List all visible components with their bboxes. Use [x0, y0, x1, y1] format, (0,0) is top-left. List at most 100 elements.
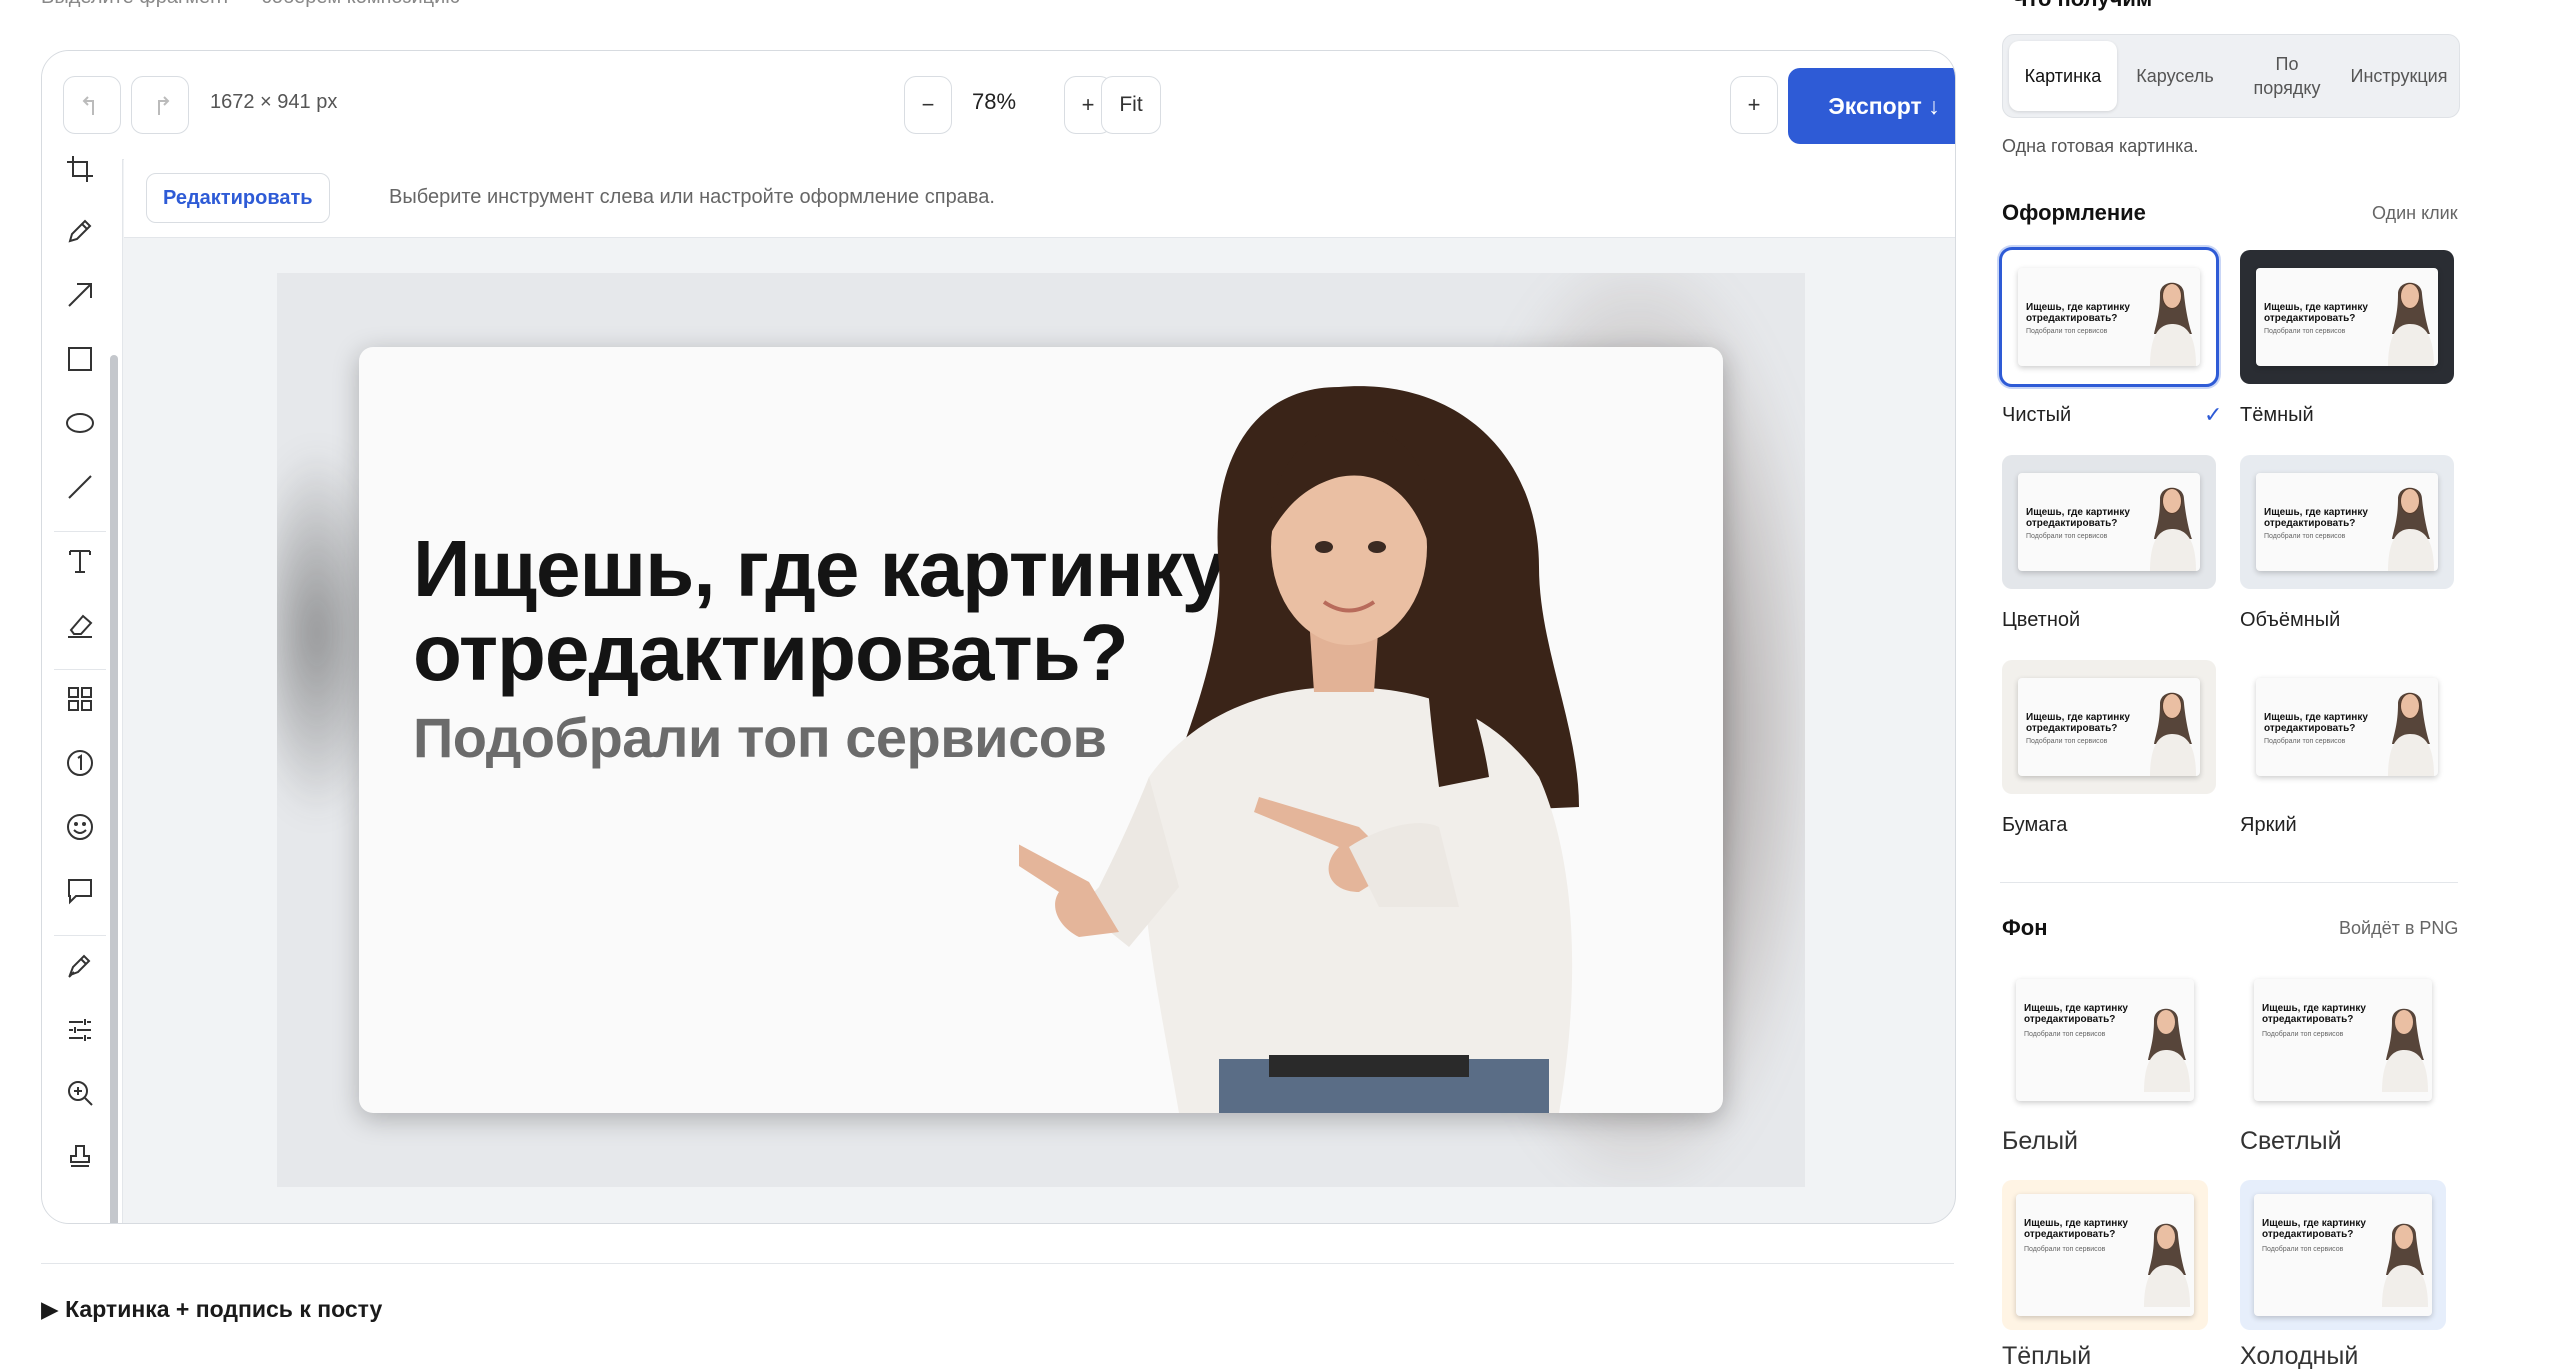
thumb-card: Ищешь, где картинку отредактировать? Подо… — [2018, 473, 2200, 571]
line-tool[interactable] — [60, 467, 100, 507]
redo-icon — [158, 96, 170, 115]
woman-thumb — [2388, 487, 2434, 571]
zoom-out-button[interactable]: − — [904, 76, 952, 134]
text-icon — [69, 550, 91, 573]
thumb-subtitle: Подобрали топ сервисов — [2024, 1246, 2106, 1253]
rectangle-icon — [68, 347, 92, 371]
pen-tool[interactable] — [60, 945, 100, 985]
zoom-tool[interactable] — [60, 1073, 100, 1113]
comment-tool[interactable] — [60, 871, 100, 911]
woman-photo — [1019, 386, 1579, 1113]
tab-instruction[interactable]: Инструкция — [2345, 41, 2453, 111]
background-thumb[interactable]: Ищешь, где картинку отредактировать? Подо… — [2002, 965, 2208, 1115]
style-thumb[interactable]: Ищешь, где картинку отредактировать? Подо… — [2240, 455, 2454, 589]
style-thumb[interactable]: Ищешь, где картинку отредактировать? Подо… — [2240, 250, 2454, 384]
grid-tool[interactable] — [60, 679, 100, 719]
adjust-tool[interactable] — [60, 1009, 100, 1049]
emoji-tool[interactable] — [60, 807, 100, 847]
panel-section-title-clipped: Что получим — [2012, 0, 2152, 12]
zoom-value: 78% — [972, 89, 1017, 114]
top-clipped-text: Выделите фрагмент — соберём композицию — [41, 0, 460, 9]
redo-button[interactable] — [131, 76, 189, 134]
arrow-tool[interactable] — [60, 275, 100, 315]
edit-row: Редактировать Выберите инструмент слева … — [124, 159, 1955, 238]
stamp-tool[interactable] — [60, 1137, 100, 1177]
caption-divider — [41, 1263, 1954, 1264]
editor-toolbar: 1672 × 941 px − 78% + Fit + Экспорт ↓ — [42, 51, 1955, 160]
fit-button[interactable]: Fit — [1101, 76, 1161, 134]
thumb-subtitle: Подобрали топ сервисов — [2264, 738, 2346, 745]
thumb-card: Ищешь, где картинку отредактировать? Подо… — [2254, 979, 2432, 1101]
tools-scrollbar[interactable] — [110, 355, 118, 1223]
style-label: Цветной — [2002, 609, 2081, 631]
woman-thumb — [2144, 1008, 2190, 1092]
text-tool[interactable] — [60, 541, 100, 581]
thumb-subtitle: Подобрали топ сервисов — [2264, 328, 2346, 335]
thumb-card: Ищешь, где картинку отредактировать? Подо… — [2018, 678, 2200, 776]
grid-icon — [68, 687, 92, 711]
tab-picture[interactable]: Картинка — [2009, 41, 2117, 111]
style-thumb[interactable]: Ищешь, где картинку отредактировать? Подо… — [1999, 247, 2219, 387]
thumb-subtitle: Подобрали топ сервисов — [2026, 328, 2108, 335]
thumb-subtitle: Подобрали топ сервисов — [2264, 533, 2346, 540]
woman-thumb — [2144, 1223, 2190, 1307]
tab-carousel[interactable]: Карусель — [2121, 41, 2229, 111]
style-thumb[interactable]: Ищешь, где картинку отредактировать? Подо… — [2240, 660, 2454, 794]
rectangle-tool[interactable] — [60, 339, 100, 379]
woman-thumb — [2150, 487, 2196, 571]
arrow-icon — [68, 283, 92, 307]
ellipse-tool[interactable] — [60, 403, 100, 443]
undo-icon — [82, 96, 94, 115]
background-label: Светлый — [2240, 1127, 2342, 1155]
undo-button[interactable] — [63, 76, 121, 134]
edit-button[interactable]: Редактировать — [146, 173, 330, 223]
pencil-icon — [68, 219, 92, 243]
style-section-hint: Один клик — [2372, 203, 2458, 223]
eraser-tool[interactable] — [60, 605, 100, 645]
style-label: Яркий — [2240, 814, 2297, 836]
thumb-subtitle: Подобрали топ сервисов — [2262, 1031, 2344, 1038]
background-thumb[interactable]: Ищешь, где картинку отредактировать? Подо… — [2240, 1180, 2446, 1330]
editor-card: 1672 × 941 px − 78% + Fit + Экспорт ↓ Ре — [41, 50, 1956, 1224]
tab-description: Одна готовая картинка. — [2002, 136, 2199, 156]
background-thumb[interactable]: Ищешь, где картинку отредактировать? Подо… — [2002, 1180, 2208, 1330]
number-icon — [67, 750, 93, 776]
thumb-subtitle: Подобрали топ сервисов — [2262, 1246, 2344, 1253]
background-section-hint: Войдёт в PNG — [2339, 918, 2459, 938]
image-card: Ищешь, где картинку отредактировать? Под… — [359, 347, 1723, 1113]
woman-thumb — [2382, 1008, 2428, 1092]
tab-in-order-label: По порядку — [2253, 54, 2321, 98]
tab-in-order[interactable]: По порядку — [2233, 41, 2341, 111]
tool-separator — [54, 669, 106, 670]
thumb-card: Ищешь, где картинку отредактировать? Подо… — [2256, 473, 2438, 571]
panel-divider — [2000, 882, 2458, 883]
style-thumb[interactable]: Ищешь, где картинку отредактировать? Подо… — [2002, 660, 2216, 794]
background-section-title: Фон — [2002, 915, 2048, 940]
tool-sidebar — [42, 156, 123, 1223]
background-thumb[interactable]: Ищешь, где картинку отредактировать? Подо… — [2240, 965, 2446, 1115]
subheadline: Подобрали топ сервисов — [413, 706, 1107, 769]
woman-thumb — [2388, 692, 2434, 776]
caption-toggle[interactable]: ▶ Картинка + подпись к посту — [41, 1296, 382, 1323]
edit-hint: Выберите инструмент слева или настройте … — [389, 186, 995, 208]
style-label: Объёмный — [2240, 609, 2341, 631]
line-icon — [68, 475, 92, 499]
woman-thumb — [2150, 692, 2196, 776]
style-label: Тёмный — [2240, 404, 2314, 426]
woman-thumb — [2382, 1223, 2428, 1307]
export-button[interactable]: Экспорт ↓ — [1788, 68, 1955, 144]
background-label: Белый — [2002, 1127, 2079, 1155]
add-button[interactable]: + — [1730, 76, 1778, 134]
thumb-card: Ищешь, где картинку отредактировать? Подо… — [2256, 268, 2438, 366]
pencil-tool[interactable] — [60, 211, 100, 251]
thumb-card: Ищешь, где картинку отредактировать? Подо… — [2254, 1194, 2432, 1316]
crop-icon — [67, 156, 93, 182]
background-label: Тёплый — [2002, 1342, 2092, 1370]
image-canvas[interactable]: Ищешь, где картинку отредактировать? Под… — [277, 273, 1805, 1187]
number-tool[interactable] — [60, 743, 100, 783]
crop-tool[interactable] — [60, 149, 100, 189]
style-label: Бумага — [2002, 814, 2068, 836]
style-thumb[interactable]: Ищешь, где картинку отредактировать? Подо… — [2002, 455, 2216, 589]
thumb-card: Ищешь, где картинку отредактировать? Подо… — [2016, 979, 2194, 1101]
emoji-icon — [67, 814, 93, 840]
